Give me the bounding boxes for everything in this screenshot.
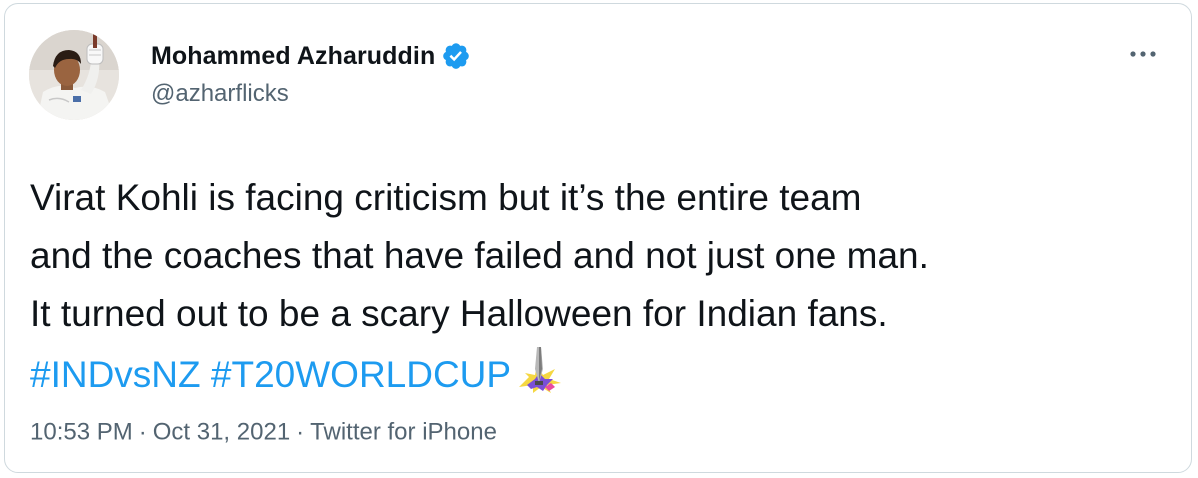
avatar[interactable] [29,30,119,120]
user-handle[interactable]: @azharflicks [151,80,471,108]
author-block: Mohammed Azharuddin @azharflicks [151,38,471,108]
tweet-text: Virat Kohli is facing criticism but it’s… [30,169,1170,404]
hashtag-t20worldcup[interactable]: #T20WORLDCUP [211,354,511,395]
avatar-photo-icon [29,30,119,120]
tweet-date[interactable]: Oct 31, 2021 [153,419,290,446]
more-options-icon[interactable] [1127,44,1159,64]
hashtag-indvsnz[interactable]: #INDvsNZ [30,354,201,395]
tweet-text-line: and the coaches that have failed and not… [30,235,929,276]
tweet-text-line: Virat Kohli is facing criticism but it’s… [30,177,862,218]
t20-world-cup-trophy-icon [515,343,567,393]
tweet-metadata: 10:53 PM · Oct 31, 2021 · Twitter for iPhone [30,418,497,447]
meta-separator: · [138,418,147,446]
verified-badge-icon [441,41,471,71]
meta-separator: · [296,418,305,446]
tweet-card: Mohammed Azharuddin @azharflicks Virat K… [4,3,1192,473]
name-row: Mohammed Azharuddin [151,38,471,74]
hashtag-line: #INDvsNZ #T20WORLDCUP [30,343,1170,404]
tweet-time[interactable]: 10:53 PM [30,419,133,446]
tweet-source[interactable]: Twitter for iPhone [310,419,497,446]
tweet-text-line: It turned out to be a scary Halloween fo… [30,293,888,334]
display-name[interactable]: Mohammed Azharuddin [151,42,435,71]
